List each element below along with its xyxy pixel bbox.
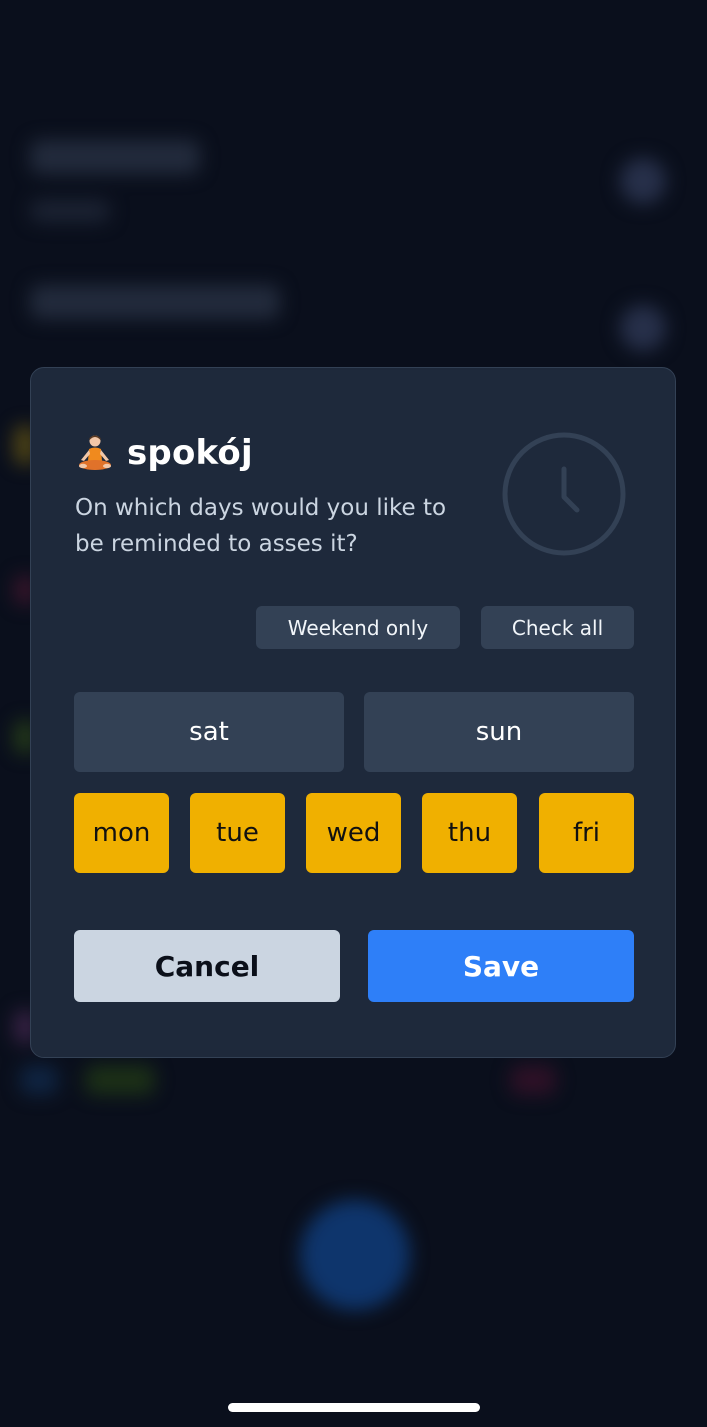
reminder-days-dialog: spokój On which days would you like to b… [30, 367, 676, 1058]
home-indicator [228, 1403, 480, 1412]
cancel-button[interactable]: Cancel [74, 930, 340, 1002]
background-blur-block [30, 285, 280, 319]
dialog-title: spokój [75, 430, 253, 476]
background-blur-block [620, 158, 666, 204]
background-blur-block [30, 200, 110, 222]
clock-icon [502, 432, 626, 556]
habit-name: spokój [127, 433, 253, 473]
background-blur-block [510, 1065, 556, 1095]
day-toggle-sun[interactable]: sun [364, 692, 634, 772]
reminder-question: On which days would you like to be remin… [75, 495, 447, 557]
day-toggle-sat[interactable]: sat [74, 692, 344, 772]
day-toggle-mon[interactable]: mon [74, 793, 169, 873]
day-toggle-thu[interactable]: thu [422, 793, 517, 873]
day-toggle-wed[interactable]: wed [306, 793, 401, 873]
day-toggle-tue[interactable]: tue [190, 793, 285, 873]
check-all-button[interactable]: Check all [481, 606, 634, 649]
background-blur-block [30, 140, 200, 174]
day-toggle-fri[interactable]: fri [539, 793, 634, 873]
background-blur-block [85, 1065, 155, 1095]
meditation-icon [79, 435, 111, 470]
background-blur-block [300, 1200, 410, 1310]
save-button[interactable]: Save [368, 930, 634, 1002]
background-blur-block [620, 305, 666, 351]
background-blur-block [20, 1065, 58, 1095]
weekend-only-button[interactable]: Weekend only [256, 606, 460, 649]
